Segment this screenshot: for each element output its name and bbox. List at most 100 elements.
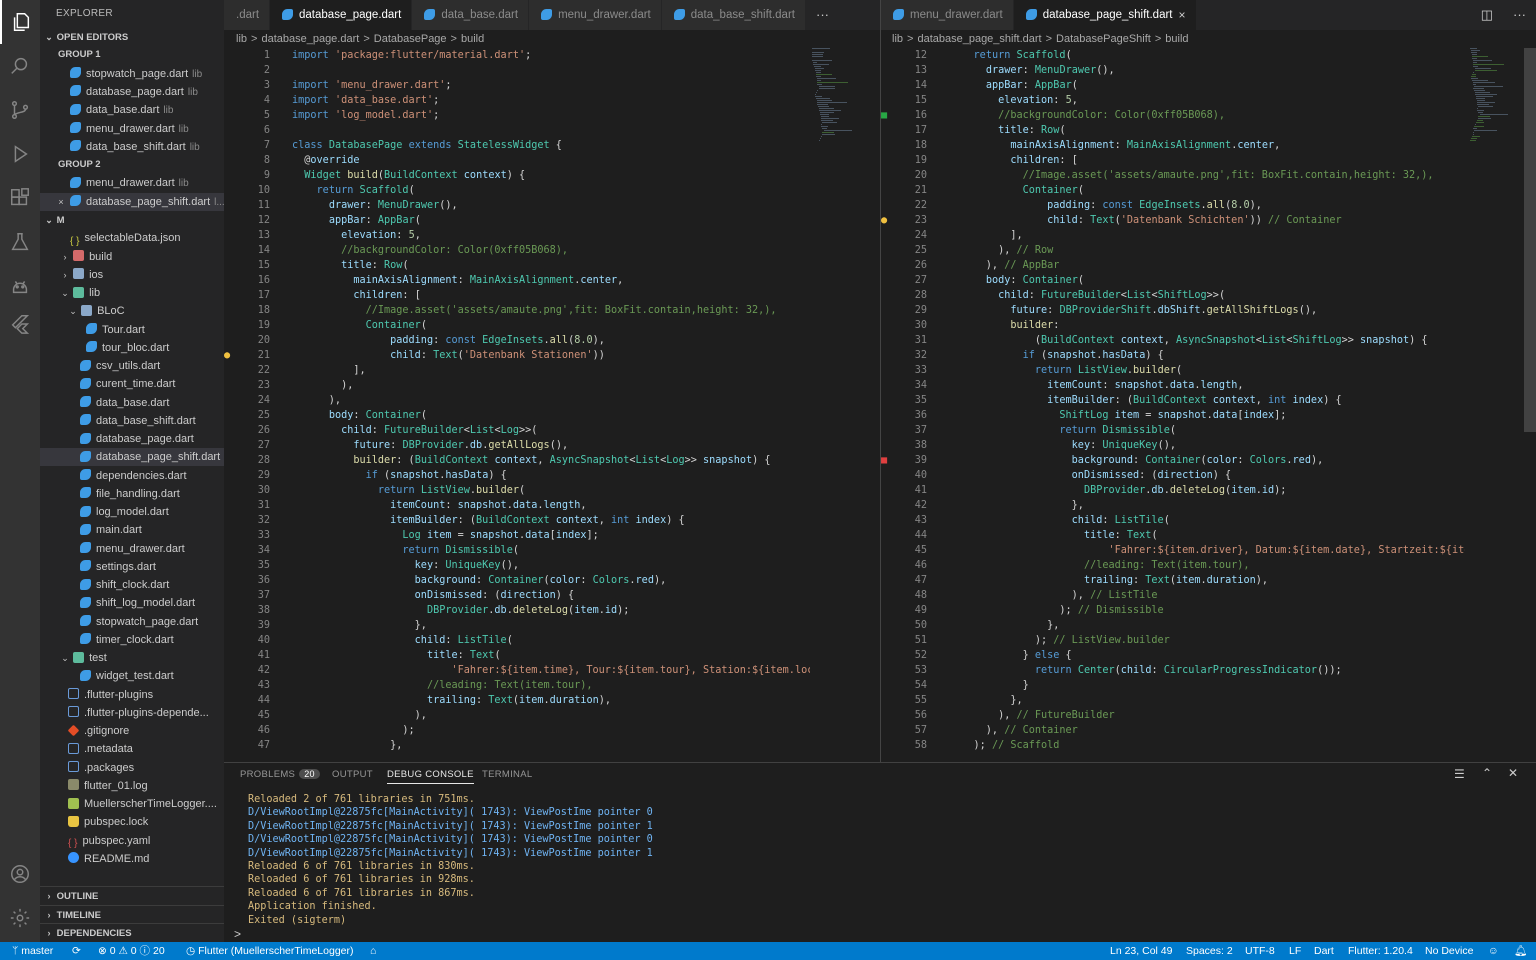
code-line[interactable]: 25 ), // Row: [881, 243, 1465, 258]
code-line[interactable]: 13 drawer: MenuDrawer(),: [881, 63, 1465, 78]
explorer-item[interactable]: menu_drawer.dart: [40, 540, 224, 558]
section-header[interactable]: ⌄ M: [40, 211, 224, 229]
section-header[interactable]: GROUP 2: [40, 156, 224, 174]
explorer-item[interactable]: flutter_01.log: [40, 777, 224, 795]
code-line[interactable]: 29 future: DBProviderShift.dbShift.getAl…: [881, 303, 1465, 318]
source-control-icon[interactable]: [0, 88, 40, 132]
code-line[interactable]: 41 DBProvider.db.deleteLog(item.id);: [881, 483, 1465, 498]
explorer-item[interactable]: stopwatch_page.dart: [40, 613, 224, 631]
sync-icon[interactable]: ⟳: [72, 942, 81, 960]
code-line[interactable]: 56 ), // FutureBuilder: [881, 708, 1465, 723]
code-line[interactable]: 42 },: [881, 498, 1465, 513]
code-line[interactable]: 9 Widget build(BuildContext context) {: [224, 168, 810, 183]
breadcrumb-item[interactable]: build: [461, 33, 484, 45]
code-line[interactable]: 10 return Scaffold(: [224, 183, 810, 198]
explorer-item[interactable]: curent_time.dart: [40, 375, 224, 393]
explorer-item[interactable]: main.dart: [40, 521, 224, 539]
code-line[interactable]: 44 trailing: Text(item.duration),: [224, 693, 810, 708]
explorer-item[interactable]: stopwatch_page.dart lib: [40, 65, 224, 83]
tab-terminal[interactable]: TERMINAL: [482, 769, 532, 780]
code-line[interactable]: 35 key: UniqueKey(),: [224, 558, 810, 573]
code-line[interactable]: 58 ); // Scaffold: [881, 738, 1465, 753]
explorer-item[interactable]: menu_drawer.dart lib: [40, 174, 224, 192]
code-line[interactable]: 13 elevation: 5,: [224, 228, 810, 243]
tab-debug-console[interactable]: DEBUG CONSOLE: [387, 769, 474, 784]
code-line[interactable]: 47 trailing: Text(item.duration),: [881, 573, 1465, 588]
feedback-icon[interactable]: ☺: [1488, 942, 1499, 960]
code-line[interactable]: 27 body: Container(: [881, 273, 1465, 288]
flutter-app-status[interactable]: ◷ Flutter (MuellerscherTimeLogger): [186, 942, 354, 960]
tab-partial-dart[interactable]: .dart: [224, 0, 271, 30]
explorer-item[interactable]: { } pubspec.yaml: [40, 832, 224, 850]
code-line[interactable]: 54 }: [881, 678, 1465, 693]
code-line[interactable]: ● 23 child: Text('Datenbank Schichten')) …: [881, 213, 1465, 228]
breadcrumb-item[interactable]: lib: [236, 33, 247, 45]
split-editor-icon[interactable]: ◫: [1471, 0, 1503, 30]
language-mode[interactable]: Dart: [1314, 942, 1334, 960]
breadcrumb-item[interactable]: build: [1165, 33, 1188, 45]
tab-output[interactable]: OUTPUT: [332, 769, 373, 780]
explorer-item[interactable]: ⌄ lib: [40, 284, 224, 302]
code-line[interactable]: 15 elevation: 5,: [881, 93, 1465, 108]
code-line[interactable]: 32 if (snapshot.hasData) {: [881, 348, 1465, 363]
code-line[interactable]: 46 //leading: Text(item.tour),: [881, 558, 1465, 573]
explorer-item[interactable]: data_base_shift.dart: [40, 412, 224, 430]
code-line[interactable]: 45 'Fahrer:${item.driver}, Datum:${item.…: [881, 543, 1465, 558]
extensions-icon[interactable]: [0, 176, 40, 220]
breadcrumb-item[interactable]: >: [451, 33, 457, 45]
code-line[interactable]: 12 return Scaffold(: [881, 48, 1465, 63]
code-line[interactable]: 42 'Fahrer:${item.time}, Tour:${item.tou…: [224, 663, 810, 678]
explorer-item[interactable]: data_base_shift.dart lib: [40, 138, 224, 156]
explorer-item[interactable]: .flutter-plugins-depende...: [40, 704, 224, 722]
testing-flask-icon[interactable]: [0, 220, 40, 264]
code-line[interactable]: 17 children: [: [224, 288, 810, 303]
dependencies-section[interactable]: › DEPENDENCIES: [40, 923, 224, 941]
code-line[interactable]: 41 title: Text(: [224, 648, 810, 663]
code-line[interactable]: 4 import 'data_base.dart';: [224, 93, 810, 108]
code-line[interactable]: 34 return Dismissible(: [224, 543, 810, 558]
scrollbar-thumb[interactable]: [1524, 48, 1536, 432]
code-line[interactable]: 28 child: FutureBuilder<List<ShiftLog>>(: [881, 288, 1465, 303]
close-tab-icon[interactable]: ×: [1179, 0, 1186, 30]
code-editor-left[interactable]: 1 import 'package:flutter/material.dart';…: [224, 48, 810, 760]
explorer-item[interactable]: › build: [40, 248, 224, 266]
breadcrumb-item[interactable]: DatabasePageShift: [1056, 33, 1151, 45]
code-line[interactable]: 24 ],: [881, 228, 1465, 243]
code-line[interactable]: 20 //Image.asset('assets/amaute.png',fit…: [881, 168, 1465, 183]
outline-section[interactable]: › OUTLINE: [40, 886, 224, 904]
code-line[interactable]: 33 Log item = snapshot.data[index];: [224, 528, 810, 543]
code-line[interactable]: 14 appBar: AppBar(: [881, 78, 1465, 93]
section-header[interactable]: ⌄ OPEN EDITORS: [40, 28, 224, 46]
code-line[interactable]: 18 mainAxisAlignment: MainAxisAlignment.…: [881, 138, 1465, 153]
code-line[interactable]: 37 onDismissed: (direction) {: [224, 588, 810, 603]
code-line[interactable]: 27 future: DBProvider.db.getAllLogs(),: [224, 438, 810, 453]
code-line[interactable]: 53 return Center(child: CircularProgress…: [881, 663, 1465, 678]
code-line[interactable]: 55 },: [881, 693, 1465, 708]
code-line[interactable]: 51 ); // ListView.builder: [881, 633, 1465, 648]
code-line[interactable]: 40 child: ListTile(: [224, 633, 810, 648]
breadcrumb-item[interactable]: >: [1155, 33, 1161, 45]
explorer-item[interactable]: Tour.dart: [40, 321, 224, 339]
breadcrumb-item[interactable]: >: [363, 33, 369, 45]
explorer-item[interactable]: › ios: [40, 266, 224, 284]
code-line[interactable]: 33 return ListView.builder(: [881, 363, 1465, 378]
code-line[interactable]: 36 ShiftLog item = snapshot.data[index];: [881, 408, 1465, 423]
explorer-item[interactable]: .metadata: [40, 740, 224, 758]
code-line[interactable]: 32 itemBuilder: (BuildContext context, i…: [224, 513, 810, 528]
notifications-bell-icon[interactable]: 🔔︎: [1514, 942, 1527, 960]
code-line[interactable]: 35 itemBuilder: (BuildContext context, i…: [881, 393, 1465, 408]
explorer-item[interactable]: tour_bloc.dart: [40, 339, 224, 357]
code-line[interactable]: 31 itemCount: snapshot.data.length,: [224, 498, 810, 513]
breadcrumb-item[interactable]: >: [251, 33, 257, 45]
tab-problems[interactable]: PROBLEMS 20: [240, 769, 320, 780]
explorer-item[interactable]: database_page.dart: [40, 430, 224, 448]
explorer-item[interactable]: .gitignore: [40, 722, 224, 740]
code-line[interactable]: 38 DBProvider.db.deleteLog(item.id);: [224, 603, 810, 618]
code-line[interactable]: 46 );: [224, 723, 810, 738]
tab-data-base[interactable]: data_base.dart: [412, 0, 530, 30]
code-line[interactable]: ■ 39 background: Container(color: Colors.…: [881, 453, 1465, 468]
code-line[interactable]: 5 import 'log_model.dart';: [224, 108, 810, 123]
minimap-right[interactable]: [1468, 48, 1516, 760]
code-line[interactable]: 57 ), // Container: [881, 723, 1465, 738]
explorer-item[interactable]: file_handling.dart: [40, 485, 224, 503]
